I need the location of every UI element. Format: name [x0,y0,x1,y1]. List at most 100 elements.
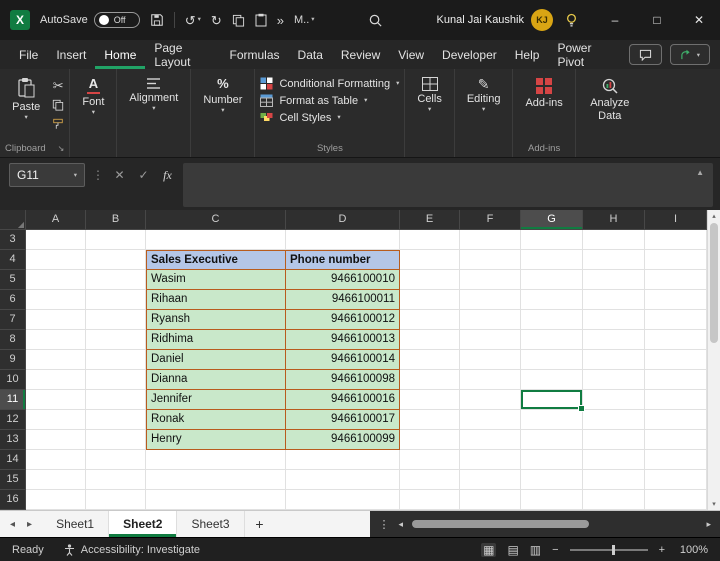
maximize-button[interactable]: □ [636,0,678,40]
cell-B13[interactable] [86,430,146,450]
cell-G6[interactable] [521,290,583,310]
cell-H10[interactable] [583,370,645,390]
cell-D11[interactable]: 9466100016 [286,390,400,410]
cells-menu-button[interactable]: Cells ▾ [410,74,448,140]
cell-styles-button[interactable]: Cell Styles ▾ [260,111,399,124]
cell-H3[interactable] [583,230,645,250]
cell-F14[interactable] [460,450,521,470]
cell-A13[interactable] [26,430,86,450]
cell-F7[interactable] [460,310,521,330]
row-header-4[interactable]: 4 [0,250,26,270]
cell-D12[interactable]: 9466100017 [286,410,400,430]
cell-F13[interactable] [460,430,521,450]
cell-G11[interactable] [521,390,583,410]
cut-icon[interactable]: ✂ [53,79,64,92]
cell-I3[interactable] [645,230,707,250]
cell-I9[interactable] [645,350,707,370]
cell-D4[interactable]: Phone number [286,250,400,270]
cell-I6[interactable] [645,290,707,310]
row-header-9[interactable]: 9 [0,350,26,370]
cell-C9[interactable]: Daniel [146,350,286,370]
cell-I5[interactable] [645,270,707,290]
add-ins-button[interactable]: Add-ins [518,74,569,140]
vertical-scrollbar[interactable]: ▴ ▾ [707,210,720,510]
cell-E4[interactable] [400,250,460,270]
cell-D10[interactable]: 9466100098 [286,370,400,390]
prev-sheet-icon[interactable]: ◂ [10,519,15,530]
cell-C8[interactable]: Ridhima [146,330,286,350]
scroll-right-icon[interactable]: ▸ [706,519,711,530]
row-header-16[interactable]: 16 [0,490,26,510]
cell-H16[interactable] [583,490,645,510]
sheet-tab-sheet3[interactable]: Sheet3 [177,511,244,537]
cell-C4[interactable]: Sales Executive [146,250,286,270]
more-commands-dropdown[interactable]: M.. ▾ [294,15,315,26]
cell-H5[interactable] [583,270,645,290]
zoom-out-button[interactable]: − [552,544,558,556]
tab-formulas[interactable]: Formulas [221,40,289,69]
editing-menu-button[interactable]: ✎ Editing ▾ [460,74,508,140]
cell-A7[interactable] [26,310,86,330]
cell-H11[interactable] [583,390,645,410]
cell-E11[interactable] [400,390,460,410]
share-button[interactable]: ▾ [670,44,710,65]
column-header-H[interactable]: H [583,210,645,230]
row-header-8[interactable]: 8 [0,330,26,350]
cell-E9[interactable] [400,350,460,370]
cell-G5[interactable] [521,270,583,290]
cell-A14[interactable] [26,450,86,470]
column-header-G[interactable]: G [521,210,583,230]
tab-review[interactable]: Review [332,40,389,69]
number-menu-button[interactable]: % Number ▾ [196,74,249,140]
cell-B11[interactable] [86,390,146,410]
cell-G12[interactable] [521,410,583,430]
row-header-12[interactable]: 12 [0,410,26,430]
more-options-icon[interactable]: ⋮ [379,518,390,531]
qat-overflow-button[interactable]: » [277,14,284,27]
cell-H8[interactable] [583,330,645,350]
name-box[interactable]: G11 ▾ [9,163,85,187]
column-header-F[interactable]: F [460,210,521,230]
zoom-level[interactable]: 100% [676,544,708,556]
cell-E5[interactable] [400,270,460,290]
new-sheet-button[interactable]: + [245,511,275,537]
cell-B10[interactable] [86,370,146,390]
cell-A3[interactable] [26,230,86,250]
vertical-scroll-thumb[interactable] [710,223,718,343]
cell-I12[interactable] [645,410,707,430]
cell-D3[interactable] [286,230,400,250]
horizontal-scroll-track[interactable] [412,520,697,529]
cell-G7[interactable] [521,310,583,330]
cell-I7[interactable] [645,310,707,330]
cell-H13[interactable] [583,430,645,450]
cell-I11[interactable] [645,390,707,410]
font-menu-button[interactable]: A Font ▾ [75,74,111,140]
page-layout-view-button[interactable]: ▤ [507,543,518,557]
row-header-5[interactable]: 5 [0,270,26,290]
cell-G3[interactable] [521,230,583,250]
cell-A10[interactable] [26,370,86,390]
clipboard-dialog-launcher[interactable]: ↘ [58,144,65,153]
row-header-7[interactable]: 7 [0,310,26,330]
format-painter-icon[interactable] [52,118,64,130]
row-header-3[interactable]: 3 [0,230,26,250]
cell-F4[interactable] [460,250,521,270]
cell-E14[interactable] [400,450,460,470]
cell-A6[interactable] [26,290,86,310]
paste-button[interactable]: Paste ▾ [5,74,47,140]
analyze-data-button[interactable]: Analyze Data [581,74,639,140]
cell-F15[interactable] [460,470,521,490]
close-button[interactable]: ✕ [678,0,720,40]
tab-page-layout[interactable]: Page Layout [145,40,220,69]
cell-F10[interactable] [460,370,521,390]
cell-F3[interactable] [460,230,521,250]
cell-B6[interactable] [86,290,146,310]
column-header-B[interactable]: B [86,210,146,230]
cell-A5[interactable] [26,270,86,290]
column-header-I[interactable]: I [645,210,707,230]
accessibility-status[interactable]: Accessibility: Investigate [64,544,200,556]
horizontal-scroll-thumb[interactable] [412,520,589,528]
column-header-D[interactable]: D [286,210,400,230]
cell-A8[interactable] [26,330,86,350]
cell-E6[interactable] [400,290,460,310]
